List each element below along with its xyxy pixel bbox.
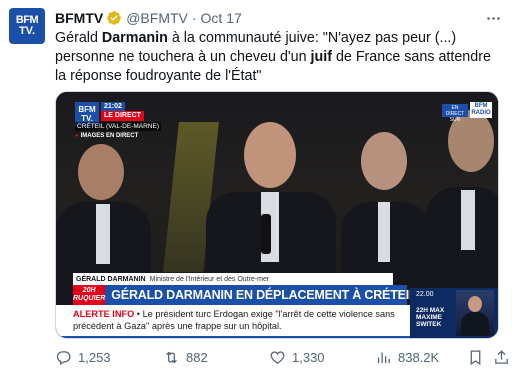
tweet-header: BFMTV @BFMTV · Oct 17	[55, 9, 502, 27]
author-handle[interactable]: @BFMTV	[126, 10, 188, 26]
tweet-text-bold: juif	[310, 49, 332, 65]
tweet-text-segment: Gérald	[55, 30, 102, 46]
reply-count: 1,253	[78, 349, 111, 365]
person-left-shirt	[96, 204, 110, 264]
next-program-title: 22H MAX MAXIME SWITEK	[416, 307, 444, 328]
ticker-alert-label: ALERTE INFO	[73, 309, 135, 319]
like-button[interactable]: 1,330	[269, 349, 325, 366]
author-name[interactable]: BFMTV	[55, 10, 103, 26]
repost-button[interactable]: 882	[163, 349, 208, 366]
caption-name: GÉRALD DARMANIN	[76, 275, 146, 283]
location-label: CRÉTEIL (VAL-DE-MARNE)	[75, 122, 161, 131]
presenter-body	[461, 312, 489, 336]
person-left-head	[78, 144, 124, 200]
tweet-media-video[interactable]: BFM TV. 21:02 LE DIRECT CRÉTEIL (VAL-DE-…	[55, 91, 499, 339]
separator-dot: ·	[191, 10, 197, 26]
verified-badge-icon[interactable]	[106, 10, 122, 26]
logo-line1: BFM	[78, 105, 96, 114]
share-button[interactable]	[493, 349, 512, 366]
avatar-line2: TV.	[18, 25, 36, 37]
reply-icon	[56, 350, 71, 365]
tweet-date[interactable]: Oct 17	[201, 10, 242, 26]
speaker-head	[244, 122, 296, 188]
bookmark-icon	[470, 349, 481, 365]
views-chart-icon	[377, 352, 390, 363]
person-right2-shirt	[461, 190, 475, 250]
more-icon[interactable]	[484, 9, 502, 27]
presenter-head	[468, 296, 482, 312]
next-program-line3: SWITEK	[416, 321, 442, 328]
avatar[interactable]: BFM TV.	[9, 8, 45, 44]
microphone	[261, 214, 271, 254]
reply-button[interactable]: 1,253	[55, 349, 111, 366]
person-right1-head	[361, 132, 407, 190]
headline-bar: 20H RUQUIER GÉRALD DARMANIN EN DÉPLACEME…	[73, 285, 417, 305]
heart-icon	[270, 350, 285, 364]
person-right1-shirt	[378, 202, 390, 262]
broadcast-time: 21:02	[101, 102, 125, 111]
live-label: LE DIRECT	[101, 111, 144, 121]
tweet-text: Gérald Darmanin à la communauté juive: "…	[55, 29, 505, 86]
tweet-text-bold: Darmanin	[101, 30, 168, 46]
next-program-panel: 22.00 22H MAX MAXIME SWITEK	[410, 288, 498, 338]
views-button[interactable]: 838.2K	[375, 349, 439, 366]
headline-text: GÉRALD DARMANIN EN DÉPLACEMENT À CRÉTEIL	[111, 288, 417, 302]
caption-role: Ministre de l'Intérieur et des Outre-mer	[149, 275, 270, 283]
show-badge: 20H RUQUIER	[73, 285, 106, 305]
speaker-caption: GÉRALD DARMANIN Ministre de l'Intérieur …	[73, 273, 393, 285]
views-count: 838.2K	[398, 349, 440, 365]
show-badge-line1: 20H	[82, 287, 96, 294]
presenter-photo	[456, 290, 494, 336]
share-icon	[495, 349, 508, 364]
bfm-radio-logo: BFM RADIO	[470, 102, 492, 118]
repost-count: 882	[186, 349, 208, 365]
images-live-label: IMAGES EN DIRECT	[75, 132, 139, 140]
show-badge-line2: RUQUIER	[73, 295, 106, 302]
next-program-time: 22.00	[416, 291, 434, 298]
radio-logo-line1: BFM	[474, 103, 488, 109]
bookmark-button[interactable]	[467, 349, 490, 366]
radio-logo-line2: RADIO	[471, 110, 491, 116]
ticker-bottom-bar	[56, 336, 412, 338]
tweet-actions: 1,253 882 1,330 838.2K	[55, 346, 508, 368]
next-program-line2: MAXIME	[416, 314, 442, 321]
repost-icon	[166, 351, 177, 363]
like-count: 1,330	[292, 349, 325, 365]
radio-badge: EN DIRECT SUR	[442, 104, 468, 123]
news-ticker: ALERTE INFO • Le président turc Erdogan …	[56, 305, 412, 338]
next-program-line1: 22H MAX	[416, 307, 445, 314]
